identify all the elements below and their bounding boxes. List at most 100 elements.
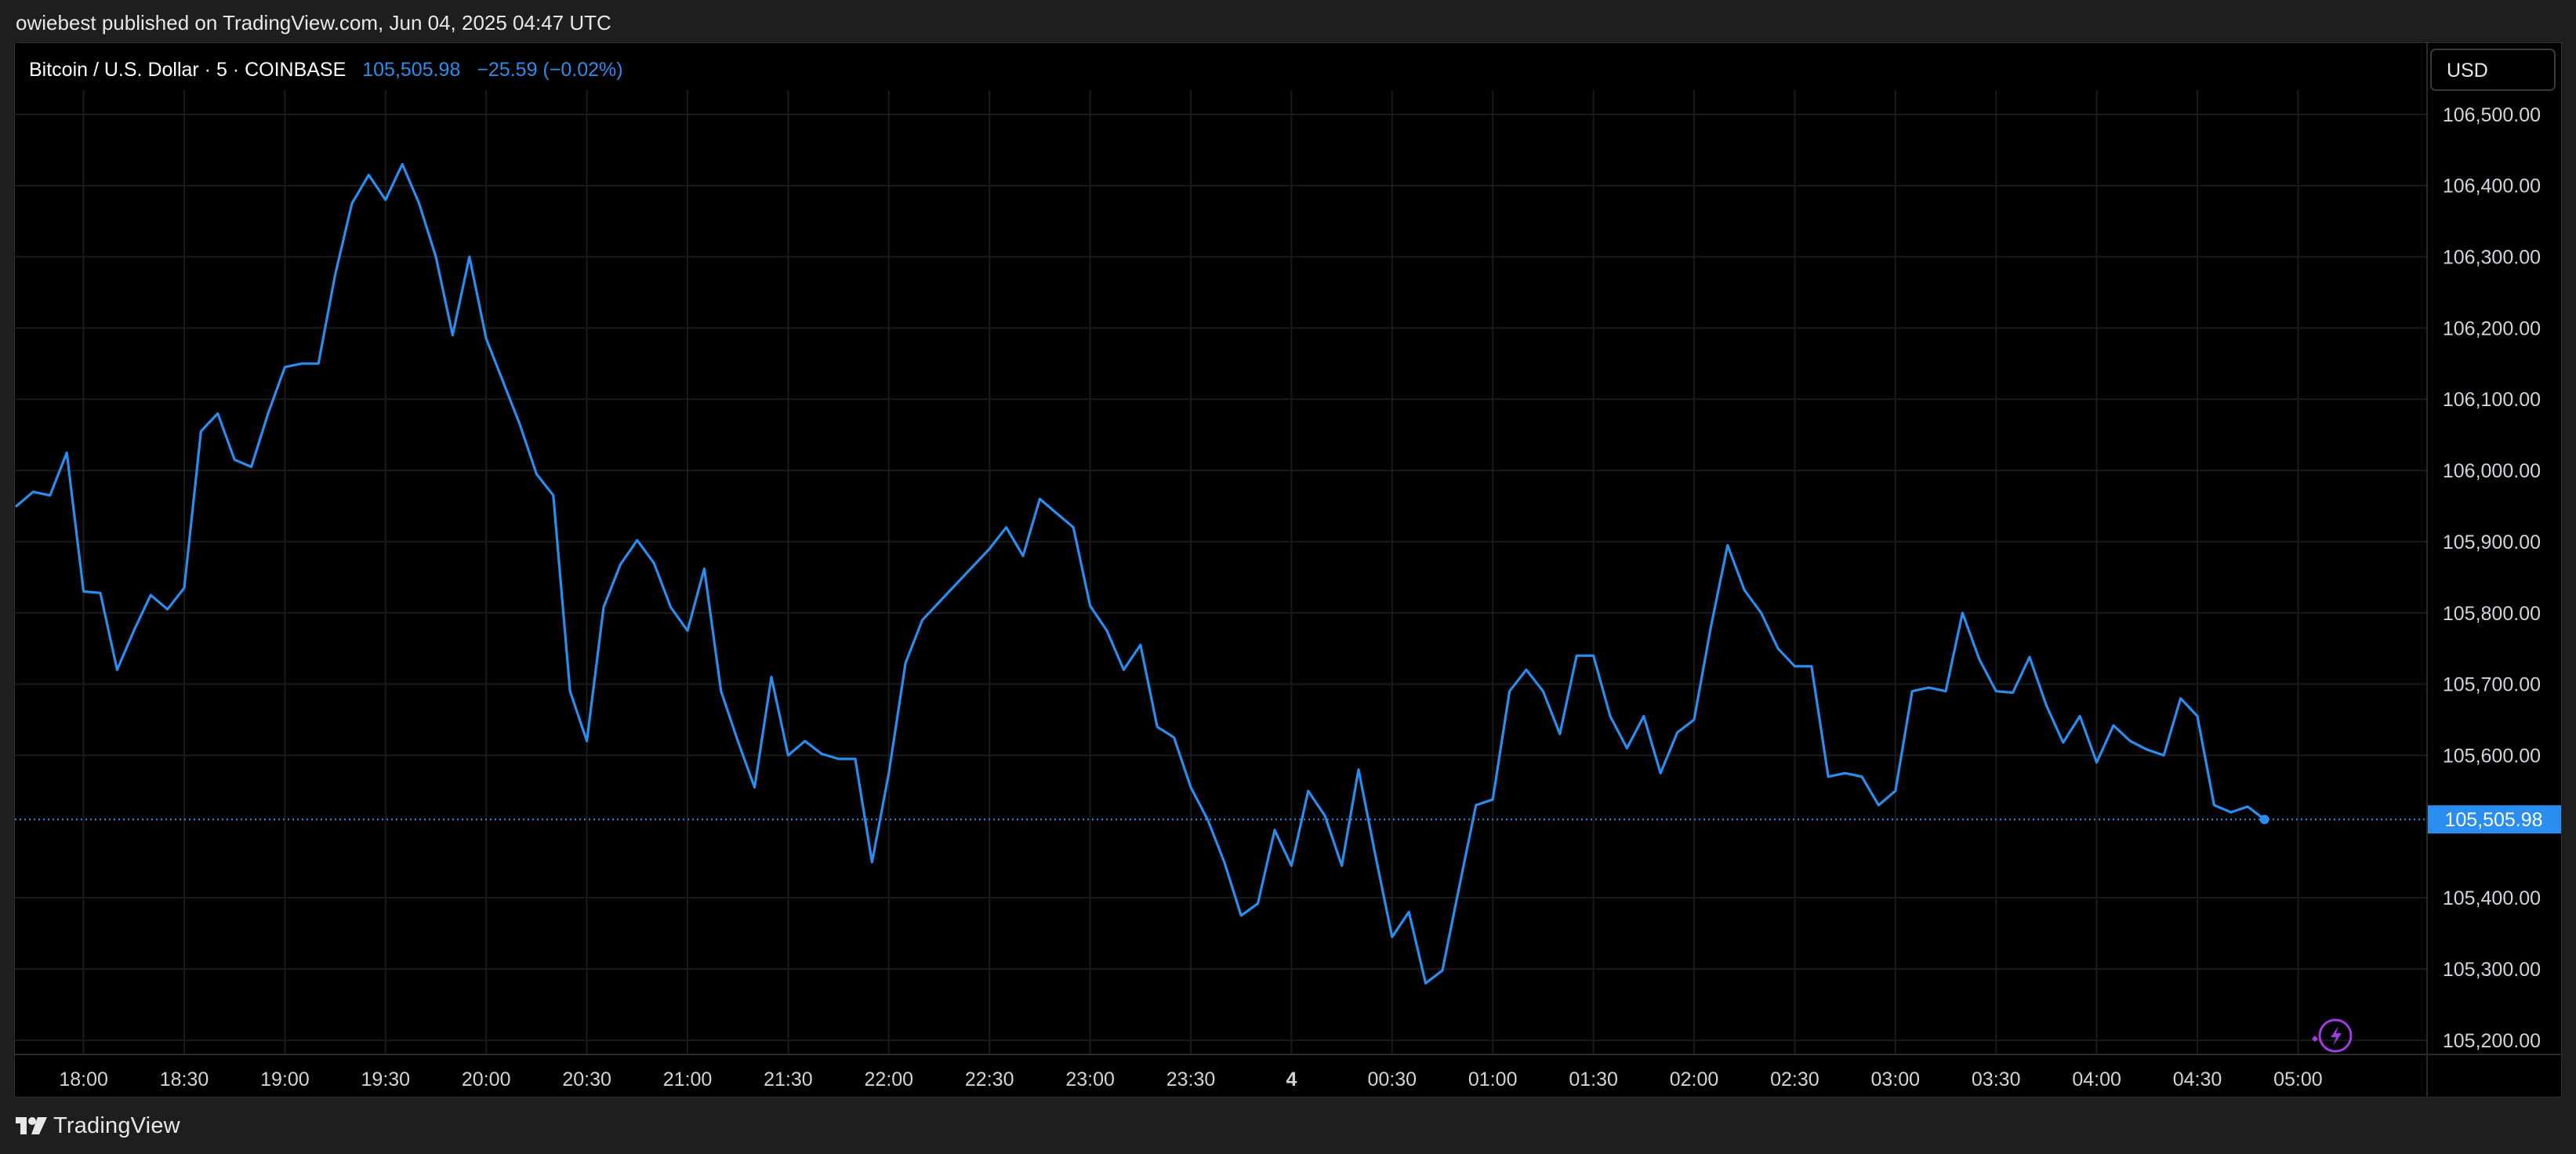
x-tick-label: 02:30: [1770, 1069, 1820, 1090]
data-point: [1726, 544, 1729, 546]
data-point: [66, 452, 68, 454]
data-point: [1189, 786, 1192, 789]
x-tick-label: 21:30: [764, 1069, 813, 1090]
data-point: [1760, 611, 1762, 614]
legend-price: 105,505.98: [362, 59, 460, 81]
legend: Bitcoin / U.S. Dollar · 5 · COINBASE 105…: [29, 59, 623, 81]
data-point: [971, 565, 974, 568]
data-point: [1072, 526, 1075, 528]
data-point: [1710, 626, 1712, 629]
data-point: [1626, 747, 1628, 749]
data-point: [300, 362, 303, 365]
y-tick-label: 106,100.00: [2443, 389, 2541, 411]
price-line-series[interactable]: [15, 162, 2266, 985]
data-point: [1123, 669, 1125, 671]
data-point: [468, 256, 470, 258]
data-point: [720, 690, 722, 692]
data-point: [938, 601, 941, 604]
data-point: [452, 334, 454, 336]
data-point: [686, 630, 689, 632]
x-tick-label: 19:30: [361, 1069, 411, 1090]
data-point: [82, 590, 85, 593]
data-point: [401, 163, 404, 165]
data-points: [15, 163, 2266, 985]
data-point: [1408, 911, 1410, 913]
data-point: [2012, 691, 2014, 694]
data-point: [837, 757, 840, 760]
data-point: [821, 753, 823, 755]
x-axis[interactable]: 18:00 18:30 19:00 19:30 20:00 20:30 21:00 21:30…: [59, 1069, 2322, 1090]
data-point: [1894, 789, 1896, 793]
data-point: [216, 412, 219, 415]
x-tick-label: 05:00: [2273, 1069, 2323, 1090]
usd-button[interactable]: USD: [2430, 49, 2556, 91]
data-point: [1911, 690, 1914, 692]
y-tick-label: 105,700.00: [2443, 674, 2541, 696]
x-tick-label: 18:30: [160, 1069, 209, 1090]
x-tick-label: 02:00: [1670, 1069, 1719, 1090]
x-tick-label: 23:00: [1065, 1069, 1115, 1090]
usd-button-label[interactable]: USD: [2447, 60, 2488, 82]
data-point: [2095, 761, 2098, 764]
data-point: [602, 606, 605, 608]
data-point: [1928, 686, 1930, 689]
data-point: [2163, 754, 2165, 757]
last-price-tag: 105,505.98: [2428, 805, 2561, 834]
x-tick-label: 20:00: [462, 1069, 511, 1090]
data-point: [1324, 815, 1326, 817]
data-point: [1492, 798, 1494, 800]
data-point: [703, 568, 706, 570]
y-tick-label: 105,400.00: [2443, 887, 2541, 909]
tradingview-brand[interactable]: TradingView: [16, 1113, 180, 1139]
data-point: [485, 337, 488, 340]
data-point: [1609, 715, 1612, 717]
data-point: [1341, 865, 1343, 867]
lightning-bolt-icon[interactable]: [2312, 1018, 2353, 1053]
data-point: [518, 423, 521, 426]
x-tick-label: 20:30: [562, 1069, 611, 1090]
legend-symbol: Bitcoin / U.S. Dollar · 5 · COINBASE: [29, 59, 346, 81]
data-point: [418, 202, 420, 205]
data-point: [1005, 526, 1007, 528]
data-point: [989, 547, 991, 550]
data-point: [569, 690, 571, 692]
data-point: [804, 740, 806, 742]
data-point: [2247, 805, 2249, 808]
price-chart[interactable]: 106,500.00 106,400.00 106,300.00 106,200.00…: [15, 43, 2563, 1098]
x-tick-label: 01:00: [1468, 1069, 1518, 1090]
data-point: [1592, 655, 1595, 657]
data-point: [1794, 665, 1796, 668]
data-point: [586, 740, 588, 742]
x-tick-label: 01:30: [1569, 1069, 1618, 1090]
y-axis[interactable]: 106,500.00 106,400.00 106,300.00 106,200.00…: [2443, 104, 2541, 1052]
data-point: [384, 198, 386, 201]
data-point: [1223, 861, 1226, 863]
data-point: [1458, 886, 1460, 888]
data-point: [1743, 589, 1746, 591]
last-price-dot: [2259, 815, 2269, 825]
x-tick-label: 04:00: [2072, 1069, 2121, 1090]
last-price-tag-text: 105,505.98: [2444, 809, 2542, 831]
data-point: [1039, 498, 1041, 500]
data-point: [334, 274, 336, 276]
chart-frame[interactable]: 106,500.00 106,400.00 106,300.00 106,200.00…: [14, 42, 2563, 1098]
x-tick-label: 18:00: [59, 1069, 108, 1090]
data-point: [1139, 644, 1142, 646]
data-point: [1391, 935, 1394, 938]
data-point: [434, 256, 437, 258]
legend-change: −25.59 (−0.02%): [477, 59, 622, 81]
data-point: [552, 494, 554, 497]
data-point: [49, 494, 51, 497]
x-tick-label: 21:00: [663, 1069, 713, 1090]
data-point: [2062, 741, 2064, 744]
data-point: [1642, 715, 1645, 717]
data-point: [1558, 732, 1562, 735]
data-point: [1206, 818, 1209, 821]
data-point: [1995, 690, 1997, 692]
y-tick-label: 106,200.00: [2443, 318, 2541, 339]
data-point: [1776, 647, 1780, 650]
data-point: [1307, 789, 1310, 793]
x-tick-label: 22:00: [865, 1069, 914, 1090]
data-point: [1542, 690, 1544, 692]
data-point: [1173, 736, 1175, 738]
